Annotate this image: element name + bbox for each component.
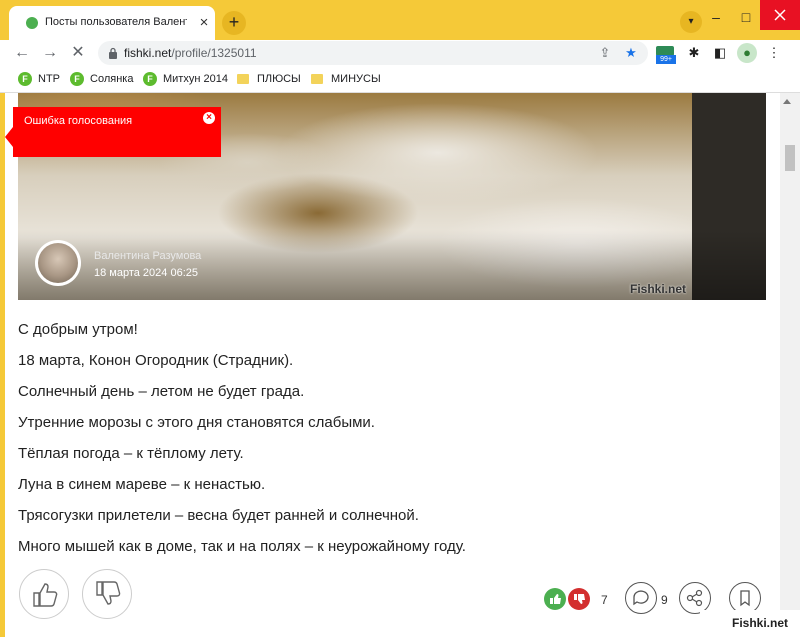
avatar[interactable]	[35, 240, 81, 286]
like-button[interactable]	[19, 569, 69, 619]
scroll-up-arrow-icon[interactable]	[783, 99, 791, 104]
bookmark-item[interactable]: F Солянка	[70, 71, 133, 87]
watermark-corner: Fishki.net	[700, 610, 800, 637]
tab-title: Посты пользователя Валентина	[45, 16, 187, 28]
share-nodes-icon	[686, 589, 703, 607]
extension-badge-count: 99+	[656, 55, 676, 64]
maximize-button[interactable]: □	[736, 8, 756, 28]
post-text-line: Солнечный день – летом не будет града.	[18, 383, 305, 400]
extension-badge-icon[interactable]: 99+	[656, 44, 676, 64]
site-favicon-icon	[26, 17, 38, 29]
popup-pointer	[5, 127, 13, 147]
menu-kebab-icon[interactable]: ⋮	[764, 43, 784, 63]
profile-avatar-icon[interactable]: ●	[737, 43, 757, 63]
bookmark-item[interactable]: F Митхун 2014	[143, 71, 228, 87]
post-text-line: Утренние морозы с этого дня становятся с…	[18, 414, 375, 431]
scrollbar[interactable]	[780, 93, 800, 637]
side-panel-icon[interactable]: ◧	[710, 43, 730, 63]
vote-count: 7	[601, 593, 608, 607]
site-watermark: Fishki.net	[732, 616, 789, 630]
browser-toolbar: ← → ✕ fishki.net/profile/1325011 ⇪ ★ 99+…	[0, 40, 800, 66]
close-window-button[interactable]	[760, 0, 800, 30]
folder-icon	[237, 74, 249, 85]
comment-bubble-icon	[633, 590, 649, 606]
bookmark-icon	[740, 590, 750, 607]
author-name[interactable]: Валентина Разумова	[94, 250, 201, 262]
image-watermark: Fishki.net	[630, 282, 687, 296]
bookmark-star-icon[interactable]: ★	[622, 44, 640, 62]
url-text: fishki.net/profile/1325011	[124, 46, 257, 60]
bookmark-label: ПЛЮСЫ	[257, 73, 301, 85]
back-arrow-icon[interactable]: ←	[12, 43, 32, 63]
lock-icon	[109, 47, 117, 59]
bookmark-label: Митхун 2014	[163, 73, 228, 85]
post-text-line: С добрым утром!	[18, 321, 138, 338]
stop-loading-icon[interactable]: ✕	[68, 43, 88, 63]
post-date: 18 марта 2024 06:25	[94, 267, 198, 279]
post-text-line: 18 марта, Конон Огородник (Страдник).	[18, 352, 294, 369]
fishki-favicon-icon: F	[143, 72, 157, 87]
tab-close-icon[interactable]: ×	[195, 14, 213, 32]
post-text-line: Тёплая погода – к тёплому лету.	[18, 445, 244, 462]
post-text-line: Луна в синем мареве – к ненастью.	[18, 476, 266, 493]
dislike-button[interactable]	[82, 569, 132, 619]
vote-error-popup: Ошибка голосования ×	[5, 107, 221, 157]
scrollbar-thumb[interactable]	[785, 145, 795, 171]
bookmark-label: NTP	[38, 73, 60, 85]
post-text-line: Много мышей как в доме, так и на полях –…	[18, 538, 466, 555]
address-bar[interactable]: fishki.net/profile/1325011 ⇪ ★	[98, 41, 648, 65]
bookmark-folder[interactable]: МИНУСЫ	[311, 71, 381, 87]
forward-arrow-icon[interactable]: →	[40, 43, 60, 63]
bookmarks-bar: F NTP F Солянка F Митхун 2014 ПЛЮСЫ МИНУСЫ	[0, 66, 800, 93]
bookmark-label: Солянка	[90, 73, 134, 85]
minimize-button[interactable]: –	[706, 8, 726, 28]
fishki-favicon-icon: F	[18, 72, 32, 87]
vote-up-icon[interactable]	[544, 588, 566, 610]
tab-search-button[interactable]: ▾	[680, 11, 702, 33]
bookmark-folder[interactable]: ПЛЮСЫ	[237, 71, 301, 87]
new-tab-button[interactable]: +	[222, 11, 246, 35]
comment-count: 9	[661, 593, 668, 607]
fishki-favicon-icon: F	[70, 72, 84, 87]
vote-down-icon[interactable]	[568, 588, 590, 610]
folder-icon	[311, 74, 323, 85]
avatar-photo	[38, 243, 78, 283]
bookmark-item[interactable]: F NTP	[18, 71, 60, 87]
error-message: Ошибка голосования	[24, 115, 133, 127]
bookmark-label: МИНУСЫ	[331, 73, 381, 85]
share-icon[interactable]: ⇪	[596, 44, 614, 62]
thumbs-down-icon	[96, 581, 121, 605]
page-content: Валентина Разумова 18 марта 2024 06:25 F…	[5, 93, 780, 637]
tab-active[interactable]: Посты пользователя Валентина ×	[9, 6, 215, 40]
post-text-line: Трясогузки прилетели – весна будет ранне…	[18, 507, 419, 524]
thumbs-up-icon	[33, 583, 58, 607]
tab-strip: Посты пользователя Валентина × + ▾ – □	[0, 0, 800, 40]
puzzle-extensions-icon[interactable]: ✱	[684, 43, 704, 63]
close-icon[interactable]: ×	[203, 112, 215, 124]
comments-button[interactable]	[625, 582, 657, 614]
